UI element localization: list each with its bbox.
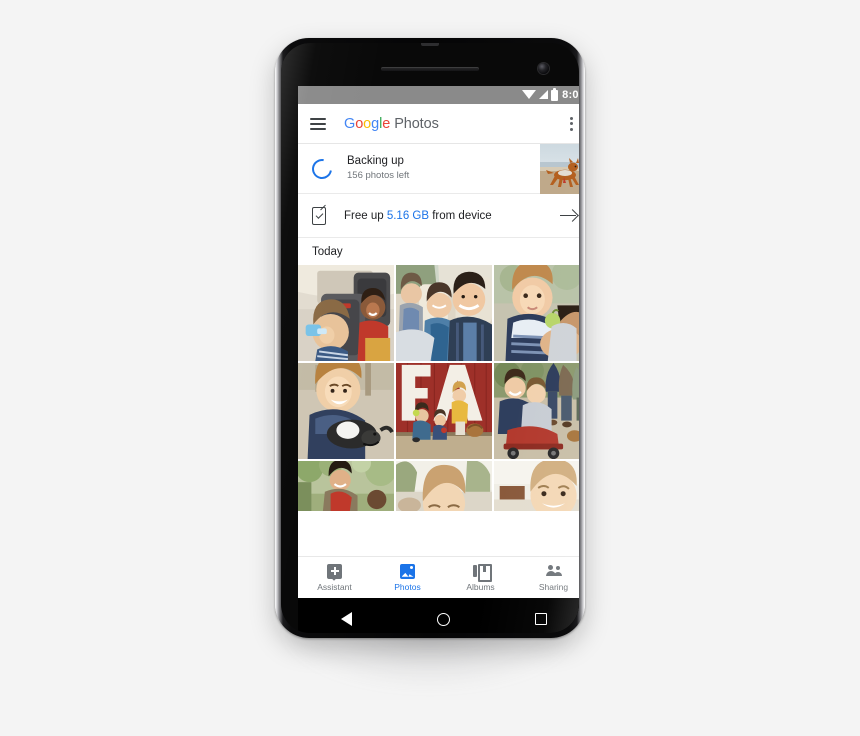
hamburger-menu-icon[interactable] bbox=[310, 117, 326, 130]
albums-icon bbox=[472, 563, 492, 582]
photo-thumbnail[interactable] bbox=[396, 363, 492, 459]
photo-thumbnail[interactable] bbox=[298, 265, 394, 361]
google-letter: G bbox=[344, 115, 356, 132]
google-letter: g bbox=[371, 115, 380, 132]
device-frame: 8:00 Google Photos bbox=[275, 38, 585, 638]
photo-thumbnail[interactable] bbox=[298, 461, 394, 511]
phone-with-check-icon bbox=[312, 206, 326, 225]
nav-tab-label: Photos bbox=[394, 581, 421, 592]
device-glass: 8:00 Google Photos bbox=[281, 43, 579, 633]
photo-thumbnail[interactable] bbox=[494, 461, 579, 511]
wifi-icon bbox=[522, 90, 537, 99]
status-bar-time: 8:00 bbox=[562, 88, 579, 101]
google-letter: e bbox=[382, 115, 391, 132]
google-letter: o bbox=[355, 115, 364, 132]
product-name: Photos bbox=[394, 115, 439, 132]
google-wordmark: Google bbox=[344, 116, 390, 132]
photo-thumbnail[interactable] bbox=[298, 363, 394, 459]
backup-subtitle: 156 photos left bbox=[347, 170, 410, 182]
photo-thumbnail[interactable] bbox=[494, 265, 579, 361]
photo-thumbnail[interactable] bbox=[396, 265, 492, 361]
free-up-space-row[interactable]: Free up 5.16 GB from device bbox=[298, 194, 579, 238]
app-brand-logo: Google Photos bbox=[344, 116, 439, 132]
free-up-suffix: from device bbox=[429, 209, 492, 222]
backup-title: Backing up bbox=[347, 155, 404, 168]
home-button[interactable] bbox=[436, 612, 450, 626]
nav-tab-label: Assistant bbox=[317, 581, 352, 592]
photo-thumbnail[interactable] bbox=[396, 461, 492, 511]
phone-device: 8:00 Google Photos bbox=[275, 38, 585, 688]
backup-text-group: Backing up 156 photos left bbox=[347, 155, 409, 181]
photo-grid bbox=[298, 265, 579, 511]
status-bar: 8:00 bbox=[298, 86, 579, 104]
nav-tab-label: Albums bbox=[466, 581, 495, 592]
backup-status-row[interactable]: Backing up 156 photos left bbox=[298, 144, 579, 194]
nav-tab-albums[interactable]: Albums bbox=[444, 557, 517, 598]
overflow-menu-icon[interactable] bbox=[564, 116, 578, 132]
nav-tab-sharing[interactable]: Sharing bbox=[517, 557, 579, 598]
app-bar: Google Photos bbox=[298, 104, 579, 144]
back-button[interactable] bbox=[340, 612, 352, 626]
assistant-icon bbox=[326, 563, 343, 580]
nav-tab-label: Sharing bbox=[538, 581, 569, 592]
battery-icon bbox=[551, 87, 559, 101]
sharing-icon bbox=[545, 564, 562, 580]
google-letter: o bbox=[363, 115, 372, 132]
arrow-right-icon[interactable] bbox=[560, 207, 578, 225]
bottom-navigation-bar: Assistant Photos Albums Sharing bbox=[298, 556, 579, 598]
free-up-prefix: Free up bbox=[344, 209, 387, 222]
free-up-amount: 5.16 GB bbox=[386, 209, 430, 222]
front-camera bbox=[538, 63, 549, 74]
top-antenna-slit bbox=[421, 43, 439, 46]
nav-tab-assistant[interactable]: Assistant bbox=[298, 557, 371, 598]
photo-thumbnail[interactable] bbox=[494, 363, 579, 459]
free-up-label: Free up 5.16 GB from device bbox=[344, 210, 492, 222]
earpiece-speaker bbox=[381, 67, 479, 71]
signal-icon bbox=[539, 90, 549, 99]
progress-spinner bbox=[308, 154, 336, 183]
android-system-navigation bbox=[298, 598, 579, 633]
photos-icon bbox=[399, 563, 416, 580]
section-header-today: Today bbox=[298, 238, 579, 265]
recents-button[interactable] bbox=[535, 613, 548, 625]
nav-tab-photos[interactable]: Photos bbox=[371, 557, 444, 598]
backup-thumbnail[interactable] bbox=[540, 144, 579, 194]
phone-screen: 8:00 Google Photos bbox=[298, 86, 579, 598]
